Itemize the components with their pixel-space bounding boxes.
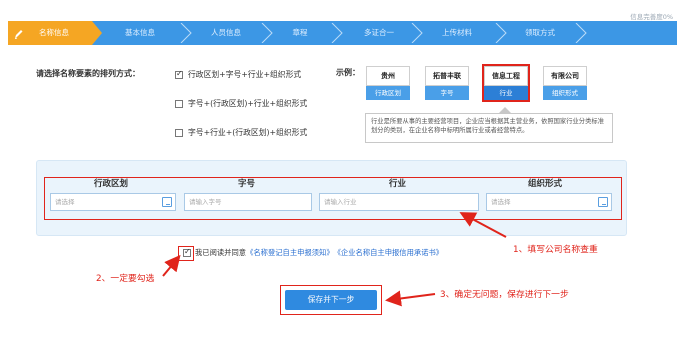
- annotation-3: 3、确定无问题，保存进行下一步: [440, 290, 569, 300]
- annotation-arrows: [162, 212, 507, 307]
- annotation-2: 2、一定要勾选: [96, 274, 155, 284]
- arrow-to-checkbox: [162, 254, 181, 277]
- arrow-to-fields: [459, 212, 507, 238]
- annotation-1: 1、填写公司名称查重: [513, 245, 598, 255]
- arrow-to-submit: [385, 290, 436, 307]
